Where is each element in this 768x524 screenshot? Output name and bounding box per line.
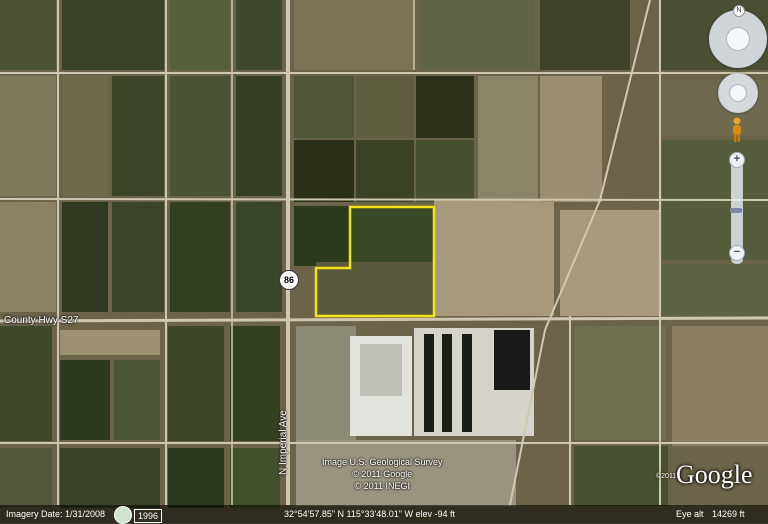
move-hand-icon[interactable] xyxy=(729,84,747,102)
google-logo: Google xyxy=(676,460,753,489)
imagery-year[interactable]: 1996 xyxy=(134,509,163,523)
attribution-google: © 2011 Google xyxy=(352,469,413,479)
eye-alt-value: 14269 ft xyxy=(712,509,745,519)
brand-year: ©2011 xyxy=(656,473,677,480)
satellite-imagery xyxy=(0,0,768,523)
zoom-out-button[interactable]: − xyxy=(729,245,745,261)
eye-alt-label: Eye alt xyxy=(676,509,704,519)
imperial-ave-label: N Imperial Ave xyxy=(278,410,289,475)
route-86-shield: 86 xyxy=(279,270,299,290)
imagery-date: Imagery Date: 1/31/2008 xyxy=(6,509,106,519)
zoom-slider-thumb[interactable] xyxy=(730,207,742,213)
look-around-icon[interactable] xyxy=(726,27,750,51)
historical-imagery-icon[interactable] xyxy=(114,506,132,524)
attribution-usgs: Image U.S. Geological Survey xyxy=(322,457,443,467)
field-grid-west xyxy=(0,0,282,508)
map-view[interactable]: County Hwy S27 N Imperial Ave 86 Image U… xyxy=(0,0,768,523)
attribution-inegi: © 2011 INEGI xyxy=(354,481,411,491)
status-bar: Imagery Date: 1/31/2008 1996 32°54'57.85… xyxy=(0,505,768,524)
north-indicator[interactable]: N xyxy=(733,5,745,17)
move-control[interactable] xyxy=(718,73,758,113)
imagery-attribution: Image U.S. Geological Survey © 2011 Goog… xyxy=(322,456,443,492)
zoom-in-button[interactable]: + xyxy=(729,152,745,168)
pegman-icon[interactable] xyxy=(730,117,744,143)
coordinates-readout: 32°54'57.85" N 115°33'48.01" W elev -94 … xyxy=(284,509,455,519)
county-hwy-label: County Hwy S27 xyxy=(4,315,79,326)
look-control[interactable]: N xyxy=(709,5,767,68)
